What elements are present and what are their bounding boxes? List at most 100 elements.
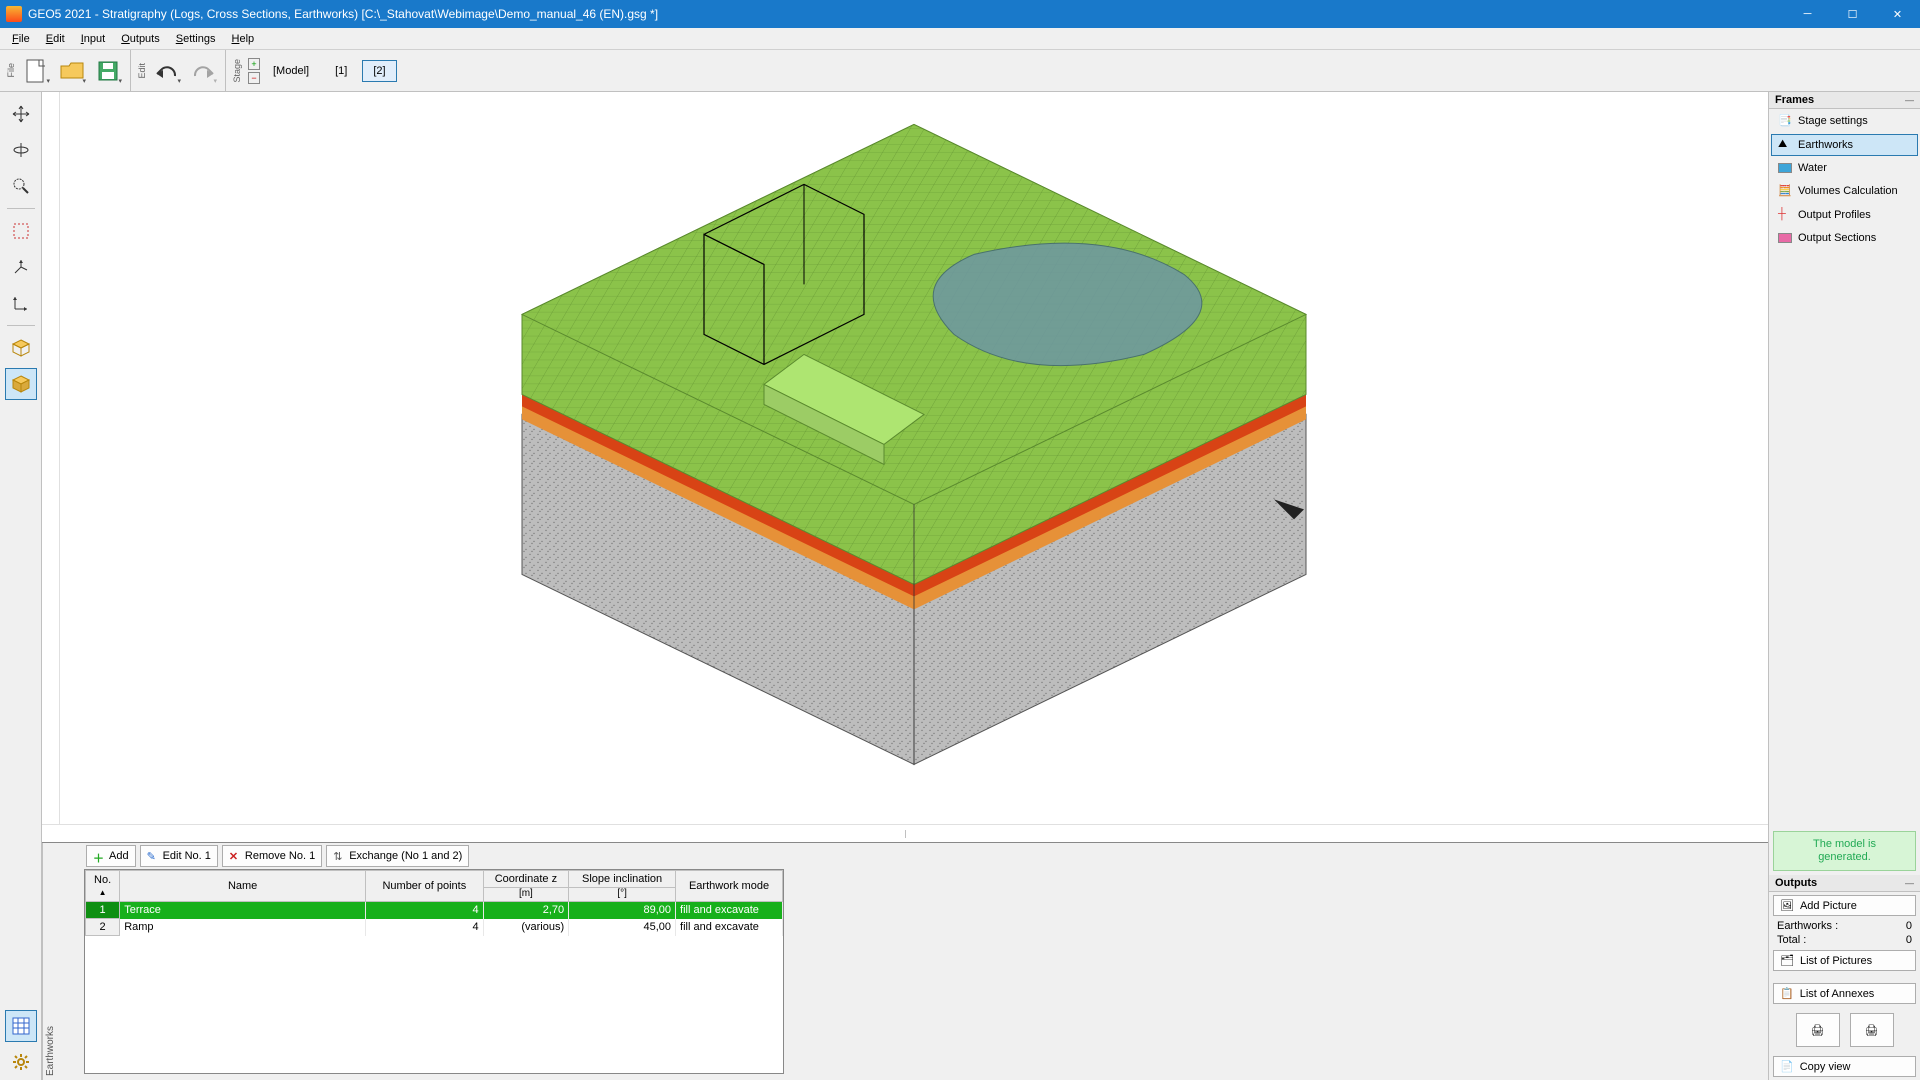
stage-tab-2[interactable]: [2] xyxy=(362,60,396,82)
copy-icon: 📄 xyxy=(1780,1060,1794,1073)
list-annexes-icon: 📋 xyxy=(1780,987,1794,1000)
save-file-button[interactable] xyxy=(91,54,125,88)
file-icon xyxy=(25,58,47,84)
printer-pdf-icon: 🖨 xyxy=(1865,1024,1879,1037)
select-region-tool[interactable] xyxy=(5,215,37,247)
edit-label: Edit No. 1 xyxy=(163,850,211,862)
model-status: The model isgenerated. xyxy=(1773,831,1916,871)
window-title: GEO5 2021 - Stratigraphy (Logs, Cross Se… xyxy=(28,7,1785,21)
top-toolbar: File Edit Stage + − [Model] [1] [2] xyxy=(0,50,1920,92)
list-pictures-icon: 🗂 xyxy=(1780,954,1794,967)
open-file-button[interactable] xyxy=(55,54,89,88)
menu-input[interactable]: Input xyxy=(73,31,113,47)
plus-icon: ＋ xyxy=(93,850,105,862)
minimize-button[interactable]: ─ xyxy=(1785,0,1830,28)
remove-button[interactable]: ✕Remove No. 1 xyxy=(222,845,322,867)
outputs-total-count: Total :0 xyxy=(1769,933,1920,947)
right-panel: Frames— 📑Stage settings ⛰Earthworks Wate… xyxy=(1768,92,1920,1080)
stage-tab-1[interactable]: [1] xyxy=(324,60,358,82)
col-slope[interactable]: Slope inclination xyxy=(569,871,676,888)
toolbar-stage-label: Stage xyxy=(230,59,244,83)
table-icon xyxy=(12,1017,30,1035)
add-picture-button[interactable]: 🖼Add Picture xyxy=(1773,895,1916,916)
magnifier-icon xyxy=(12,177,30,195)
earthworks-panel: Earthworks ＋ Add ✎Edit No. 1 ✕Remove No. … xyxy=(42,842,1768,1080)
frame-output-profiles[interactable]: ┼Output Profiles xyxy=(1771,204,1918,226)
col-no[interactable]: No. ▲ xyxy=(86,871,120,902)
col-mode[interactable]: Earthwork mode xyxy=(676,871,783,902)
print-pdf-button[interactable]: 🖨 xyxy=(1850,1013,1894,1047)
new-file-button[interactable] xyxy=(19,54,53,88)
printer-icon: 🖨 xyxy=(1811,1024,1825,1037)
zoom-tool[interactable] xyxy=(5,170,37,202)
close-button[interactable]: ✕ xyxy=(1875,0,1920,28)
col-points[interactable]: Number of points xyxy=(366,871,484,902)
earthworks-icon: ⛰ xyxy=(1778,138,1792,152)
col-name[interactable]: Name xyxy=(120,871,366,902)
add-stage-button[interactable]: + xyxy=(248,58,260,70)
x-icon: ✕ xyxy=(229,850,241,862)
sections-icon xyxy=(1778,233,1792,243)
collapse-frames-icon[interactable]: — xyxy=(1905,95,1914,105)
col-coord-unit: [m] xyxy=(483,888,569,902)
view-wireframe-tool[interactable] xyxy=(5,332,37,364)
frame-earthworks[interactable]: ⛰Earthworks xyxy=(1771,134,1918,156)
print-button[interactable]: 🖨 xyxy=(1796,1013,1840,1047)
redo-button[interactable] xyxy=(186,54,220,88)
exchange-label: Exchange (No 1 and 2) xyxy=(349,850,462,862)
water-icon xyxy=(1778,163,1792,173)
stage-tab-model[interactable]: [Model] xyxy=(262,60,320,82)
outputs-header: Outputs— xyxy=(1769,875,1920,892)
earthworks-panel-label: Earthworks xyxy=(42,843,58,1080)
pan-tool[interactable] xyxy=(5,98,37,130)
edit-button[interactable]: ✎Edit No. 1 xyxy=(140,845,218,867)
menu-edit[interactable]: Edit xyxy=(38,31,73,47)
swap-icon: ⇅ xyxy=(333,850,345,862)
picture-add-icon: 🖼 xyxy=(1780,899,1794,912)
frame-volumes[interactable]: 🧮Volumes Calculation xyxy=(1771,180,1918,202)
axes-3d-icon xyxy=(12,258,30,276)
undo-button[interactable] xyxy=(150,54,184,88)
table-view-button[interactable] xyxy=(5,1010,37,1042)
outputs-earthworks-count: Earthworks :0 xyxy=(1769,919,1920,933)
cube-solid-icon xyxy=(11,374,31,394)
remove-stage-button[interactable]: − xyxy=(248,72,260,84)
save-icon xyxy=(97,60,119,82)
collapse-outputs-icon[interactable]: — xyxy=(1905,878,1914,888)
list-pictures-button[interactable]: 🗂List of Pictures xyxy=(1773,950,1916,971)
exchange-button[interactable]: ⇅ Exchange (No 1 and 2) xyxy=(326,845,469,867)
rotate-tool[interactable] xyxy=(5,134,37,166)
viewport-3d[interactable] xyxy=(60,92,1768,824)
frame-output-sections[interactable]: Output Sections xyxy=(1771,228,1918,248)
settings-view-button[interactable] xyxy=(5,1046,37,1078)
app-icon xyxy=(6,6,22,22)
redo-icon xyxy=(191,62,215,80)
add-label: Add xyxy=(109,850,129,862)
toolbar-edit-label: Edit xyxy=(135,63,149,79)
maximize-button[interactable]: ☐ xyxy=(1830,0,1875,28)
menu-outputs[interactable]: Outputs xyxy=(113,31,168,47)
terrain-model-icon xyxy=(504,104,1324,784)
title-bar: GEO5 2021 - Stratigraphy (Logs, Cross Se… xyxy=(0,0,1920,28)
frame-water[interactable]: Water xyxy=(1771,158,1918,178)
frame-stage-settings[interactable]: 📑Stage settings xyxy=(1771,110,1918,132)
menu-file[interactable]: File xyxy=(4,31,38,47)
axes-xy-tool[interactable] xyxy=(5,287,37,319)
axes-2d-icon xyxy=(12,294,30,312)
frames-header: Frames— xyxy=(1769,92,1920,109)
earthworks-table[interactable]: No. ▲ Name Number of points Coordinate z… xyxy=(84,869,784,1074)
folder-open-icon xyxy=(59,60,85,82)
add-button[interactable]: ＋ Add xyxy=(86,845,136,867)
volumes-icon: 🧮 xyxy=(1778,184,1792,198)
menu-settings[interactable]: Settings xyxy=(168,31,224,47)
table-row[interactable]: 2 Ramp 4 (various) 45,00 fill and excava… xyxy=(86,919,783,936)
view-solid-tool[interactable] xyxy=(5,368,37,400)
axes-xyz-tool[interactable] xyxy=(5,251,37,283)
table-row[interactable]: 1 Terrace 4 2,70 89,00 fill and excavate xyxy=(86,902,783,919)
col-coord[interactable]: Coordinate z xyxy=(483,871,569,888)
ruler-vertical xyxy=(42,92,60,824)
list-annexes-button[interactable]: 📋List of Annexes xyxy=(1773,983,1916,1004)
menu-help[interactable]: Help xyxy=(224,31,263,47)
profiles-icon: ┼ xyxy=(1778,208,1792,222)
copy-view-button[interactable]: 📄Copy view xyxy=(1773,1056,1916,1077)
